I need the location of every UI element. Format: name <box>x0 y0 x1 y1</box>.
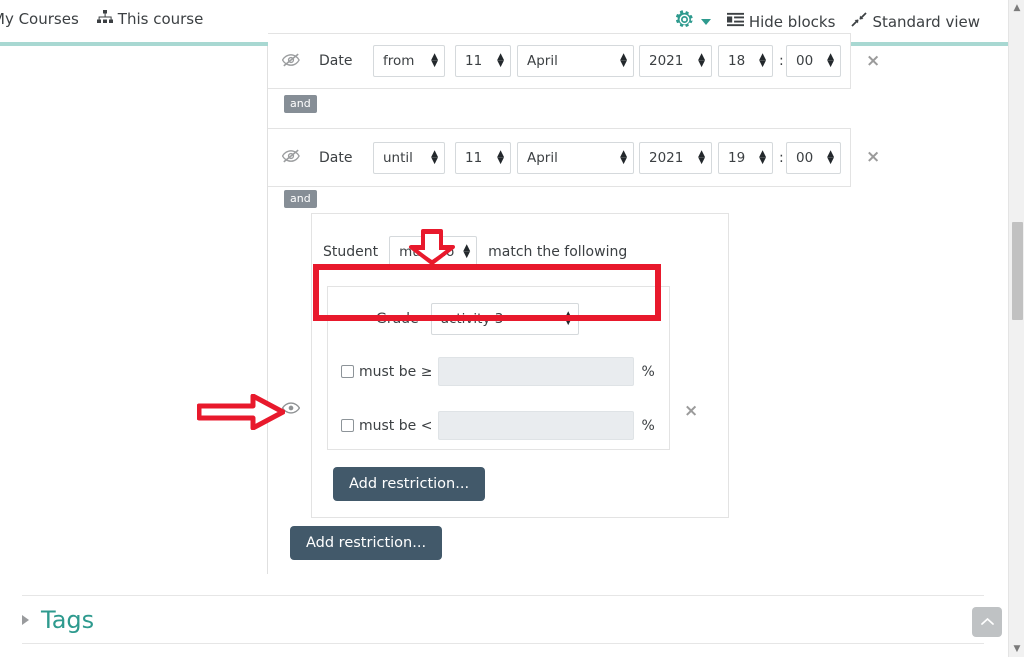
settings-menu-button[interactable] <box>675 10 711 33</box>
scrollbar-thumb[interactable] <box>1012 222 1023 320</box>
availability-restrictions-form: Date from ▲ ▼ 11 ▲ ▼ April ▲ ▼ 2021 ▲ ▼ … <box>0 33 1008 657</box>
grade-max-checkbox[interactable] <box>341 419 354 432</box>
chevron-down-icon <box>700 18 711 25</box>
nav-item-this-course[interactable]: This course <box>96 10 204 28</box>
hide-blocks-icon <box>726 12 744 31</box>
grade-min-unit: % <box>641 363 655 380</box>
date-minute-select-from[interactable]: 00 <box>786 45 841 77</box>
visibility-toggle-date-from[interactable] <box>272 52 310 71</box>
date-hour-select-until[interactable]: 19 <box>718 141 773 174</box>
sitemap-icon <box>96 10 113 28</box>
date-minute-select-until[interactable]: 00 <box>786 141 841 174</box>
grade-select-line: Grade activity 3 ▲ ▼ <box>328 303 669 335</box>
date-day-select-wrap: 11 ▲ ▼ <box>455 45 511 77</box>
date-day-select-wrap: 11 ▲ ▼ <box>455 141 511 174</box>
date-minute-select-wrap: 00 ▲ ▼ <box>786 141 841 174</box>
chevron-up-icon <box>980 615 994 630</box>
student-label: Student <box>323 244 379 260</box>
section-divider-bottom <box>22 643 984 644</box>
delete-restriction-date-until[interactable]: × <box>866 149 880 166</box>
nav-item-my-courses[interactable]: My Courses <box>0 10 79 28</box>
nav-right-group: Hide blocks Standard view <box>675 10 980 33</box>
match-select[interactable]: must not <box>389 236 478 268</box>
match-condition-line: Student must not ▲ ▼ match the following <box>323 236 627 268</box>
date-direction-select-wrap: until ▲ ▼ <box>373 141 445 174</box>
grade-select-wrap: activity 3 ▲ ▼ <box>430 303 579 335</box>
grade-max-label: must be < <box>359 417 433 434</box>
date-hour-select-wrap: 18 ▲ ▼ <box>718 45 773 77</box>
match-suffix-label: match the following <box>488 244 628 260</box>
date-minute-select-wrap: 00 ▲ ▼ <box>786 45 841 77</box>
restrictions-left-divider <box>267 46 268 574</box>
arrow-right-annotation <box>196 393 286 434</box>
restriction-label-date: Date <box>319 53 353 69</box>
add-restriction-button[interactable]: Add restriction... <box>290 526 443 560</box>
nested-restriction-set: Student must not ▲ ▼ match the following … <box>311 213 729 518</box>
grade-activity-select[interactable]: activity 3 <box>430 303 579 335</box>
date-day-select-from[interactable]: 11 <box>455 45 511 77</box>
date-hour-select-from[interactable]: 18 <box>718 45 773 77</box>
date-year-select-wrap: 2021 ▲ ▼ <box>639 141 712 174</box>
date-year-select-from[interactable]: 2021 <box>639 45 712 77</box>
grade-max-input[interactable] <box>438 411 635 440</box>
visibility-toggle-date-until[interactable] <box>272 148 310 167</box>
standard-view-button[interactable]: Standard view <box>851 12 980 31</box>
eye-slash-icon <box>282 53 300 67</box>
scrollbar-down-arrow[interactable]: ▼ <box>1009 641 1024 657</box>
nav-item-my-courses-label: My Courses <box>0 10 79 28</box>
page-scrollbar[interactable]: ▲ ▼ <box>1008 0 1024 657</box>
standard-view-label: Standard view <box>872 12 980 31</box>
date-hour-select-wrap: 19 ▲ ▼ <box>718 141 773 174</box>
delete-restriction-nested-set[interactable]: × <box>684 401 698 421</box>
restriction-row-date-from: Date from ▲ ▼ 11 ▲ ▼ April ▲ ▼ 2021 ▲ ▼ … <box>268 33 851 89</box>
nav-left-group: My Courses This course <box>0 10 203 28</box>
operator-chip-and-1: and <box>284 95 317 113</box>
date-year-select-wrap: 2021 ▲ ▼ <box>639 45 712 77</box>
grade-min-label: must be ≥ <box>359 363 433 380</box>
restriction-row-date-until: Date until ▲ ▼ 11 ▲ ▼ April ▲ ▼ 2021 ▲ ▼… <box>268 128 851 187</box>
date-direction-select-wrap: from ▲ ▼ <box>373 45 445 77</box>
section-divider-top <box>22 595 984 596</box>
gear-icon <box>675 10 694 33</box>
back-to-top-button[interactable] <box>972 607 1002 637</box>
add-restriction-nested-button[interactable]: Add restriction... <box>333 467 486 501</box>
tags-title: Tags <box>41 606 95 634</box>
visibility-toggle-nested-set[interactable] <box>281 401 301 418</box>
date-month-select-wrap: April ▲ ▼ <box>517 45 634 77</box>
grade-min-checkbox[interactable] <box>341 365 354 378</box>
date-direction-select-until[interactable]: until <box>373 141 445 174</box>
tags-section-header[interactable]: Tags <box>22 606 94 634</box>
delete-restriction-date-from[interactable]: × <box>866 53 880 70</box>
date-month-select-wrap: April ▲ ▼ <box>517 141 634 174</box>
hide-blocks-button[interactable]: Hide blocks <box>726 12 836 31</box>
nav-item-this-course-label: This course <box>117 10 204 28</box>
date-year-select-until[interactable]: 2021 <box>639 141 712 174</box>
collapse-arrows-icon <box>851 12 868 31</box>
scrollbar-up-arrow[interactable]: ▲ <box>1009 0 1024 16</box>
grade-max-condition: must be < % <box>328 411 655 440</box>
grade-label: Grade <box>376 311 419 327</box>
grade-min-input[interactable] <box>438 357 635 386</box>
grade-restriction-row: Grade activity 3 ▲ ▼ must be ≥ % must be … <box>327 286 670 450</box>
eye-slash-icon <box>282 149 300 163</box>
date-day-select-until[interactable]: 11 <box>455 141 511 174</box>
date-month-select-from[interactable]: April <box>517 45 634 77</box>
grade-min-condition: must be ≥ % <box>328 357 655 386</box>
date-month-select-until[interactable]: April <box>517 141 634 174</box>
restriction-label-date: Date <box>319 149 353 166</box>
match-select-wrap: must not ▲ ▼ <box>389 236 478 268</box>
grade-max-unit: % <box>641 417 655 434</box>
date-direction-select-from[interactable]: from <box>373 45 445 77</box>
operator-chip-and-2: and <box>284 190 317 208</box>
hide-blocks-label: Hide blocks <box>748 12 836 31</box>
triangle-right-icon <box>22 615 29 625</box>
